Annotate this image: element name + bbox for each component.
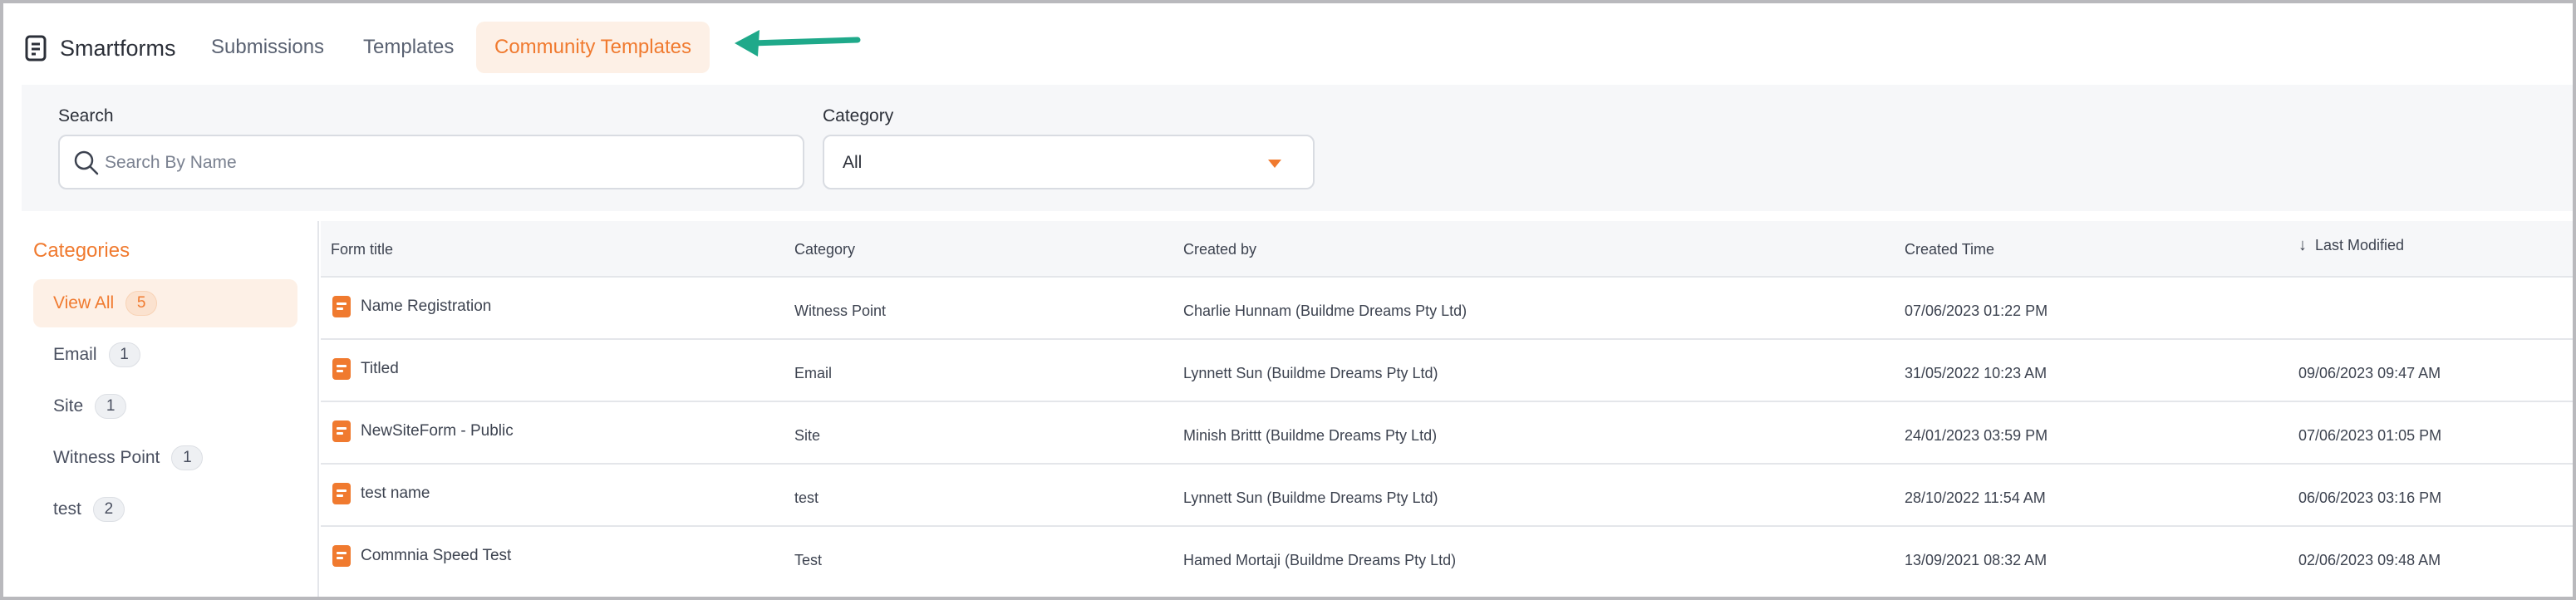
- sidebar-item-label: test: [53, 499, 81, 519]
- form-icon: [332, 358, 351, 380]
- search-icon: [74, 150, 99, 175]
- form-created-by: Charlie Hunnam (Buildme Dreams Pty Ltd): [1183, 302, 1467, 319]
- tab-community-templates[interactable]: Community Templates: [476, 22, 710, 73]
- form-created-time: 07/06/2023 01:22 PM: [1905, 302, 2048, 319]
- table-row[interactable]: Name Registration Witness Point Charlie …: [321, 278, 2573, 340]
- form-title[interactable]: test name: [361, 484, 430, 503]
- sidebar-title: Categories: [33, 239, 130, 262]
- category-select[interactable]: All: [823, 135, 1315, 189]
- count-badge: 2: [92, 497, 125, 522]
- form-title[interactable]: Titled: [361, 360, 399, 378]
- column-header-last-modified[interactable]: ↓ Last Modified: [2298, 236, 2404, 255]
- app-name: Smartforms: [60, 35, 176, 61]
- category-select-value: All: [843, 153, 863, 172]
- form-last-modified: 06/06/2023 03:16 PM: [2298, 489, 2442, 506]
- templates-table: Form title Category Created by Created T…: [321, 221, 2573, 597]
- document-icon: [25, 35, 47, 61]
- form-created-time: 24/01/2023 03:59 PM: [1905, 427, 2048, 444]
- sidebar-item-witness-point[interactable]: Witness Point 1: [33, 434, 297, 482]
- search-box[interactable]: [58, 135, 804, 189]
- sidebar-item-site[interactable]: Site 1: [33, 382, 297, 430]
- form-title[interactable]: Name Registration: [361, 298, 491, 316]
- count-badge: 1: [95, 394, 127, 419]
- app-window: Smartforms Submissions Templates Communi…: [0, 0, 2576, 600]
- sidebar-item-label: Site: [53, 396, 84, 416]
- form-category: Site: [794, 427, 821, 444]
- tab-templates[interactable]: Templates: [363, 22, 454, 73]
- form-title[interactable]: Commnia Speed Test: [361, 547, 511, 565]
- sidebar-item-email[interactable]: Email 1: [33, 331, 297, 379]
- search-input[interactable]: [105, 145, 786, 181]
- sidebar-item-view-all[interactable]: View All 5: [33, 279, 297, 327]
- form-last-modified: 02/06/2023 09:48 AM: [2298, 552, 2441, 568]
- form-created-time: 28/10/2022 11:54 AM: [1905, 489, 2046, 506]
- form-category: test: [794, 489, 819, 506]
- form-icon: [332, 420, 351, 442]
- count-badge: 5: [125, 291, 158, 316]
- form-created-by: Minish Brittt (Buildme Dreams Pty Ltd): [1183, 427, 1438, 444]
- form-created-time: 31/05/2022 10:23 AM: [1905, 365, 2048, 381]
- sidebar-item-test[interactable]: test 2: [33, 485, 297, 534]
- tab-submissions[interactable]: Submissions: [211, 22, 324, 73]
- search-label: Search: [58, 106, 114, 125]
- sidebar-item-label: View All: [53, 293, 115, 312]
- categories-sidebar: Categories View All 5 Email 1 Site 1 Wit…: [7, 221, 319, 597]
- form-created-time: 13/09/2021 08:32 AM: [1905, 552, 2048, 568]
- form-category: Test: [794, 552, 823, 568]
- sidebar-item-label: Witness Point: [53, 448, 160, 467]
- form-last-modified: 09/06/2023 09:47 AM: [2298, 365, 2441, 381]
- table-header: Form title Category Created by Created T…: [321, 221, 2573, 278]
- column-header-title[interactable]: Form title: [331, 241, 393, 258]
- table-row[interactable]: Titled Email Lynnett Sun (Buildme Dreams…: [321, 340, 2573, 402]
- form-last-modified: 07/06/2023 01:05 PM: [2298, 427, 2442, 444]
- form-created-by: Lynnett Sun (Buildme Dreams Pty Ltd): [1183, 365, 1438, 381]
- column-header-created-time[interactable]: Created Time: [1905, 241, 1994, 258]
- form-category: Witness Point: [794, 302, 887, 319]
- form-icon: [332, 296, 351, 317]
- column-header-category[interactable]: Category: [794, 241, 855, 258]
- caret-down-icon: [1268, 160, 1281, 168]
- form-category: Email: [794, 365, 833, 381]
- filter-bar: Search Category All: [22, 85, 2573, 211]
- form-icon: [332, 545, 351, 567]
- table-row[interactable]: test name test Lynnett Sun (Buildme Drea…: [321, 465, 2573, 527]
- form-created-by: Hamed Mortaji (Buildme Dreams Pty Ltd): [1183, 552, 1457, 568]
- count-badge: 1: [108, 342, 140, 367]
- form-created-by: Lynnett Sun (Buildme Dreams Pty Ltd): [1183, 489, 1438, 506]
- brand[interactable]: Smartforms: [25, 32, 176, 65]
- top-nav: Smartforms Submissions Templates Communi…: [3, 3, 2573, 85]
- table-row[interactable]: NewSiteForm - Public Site Minish Brittt …: [321, 402, 2573, 465]
- arrow-down-icon: ↓: [2298, 236, 2307, 254]
- form-icon: [332, 483, 351, 504]
- annotation-arrow-icon: [735, 30, 861, 57]
- column-header-created-by[interactable]: Created by: [1183, 241, 1256, 258]
- column-header-label: Last Modified: [2315, 237, 2405, 253]
- sidebar-item-label: Email: [53, 345, 97, 364]
- form-title[interactable]: NewSiteForm - Public: [361, 422, 514, 440]
- category-label: Category: [823, 106, 894, 125]
- table-row[interactable]: Commnia Speed Test Test Hamed Mortaji (B…: [321, 527, 2573, 589]
- count-badge: 1: [171, 445, 204, 470]
